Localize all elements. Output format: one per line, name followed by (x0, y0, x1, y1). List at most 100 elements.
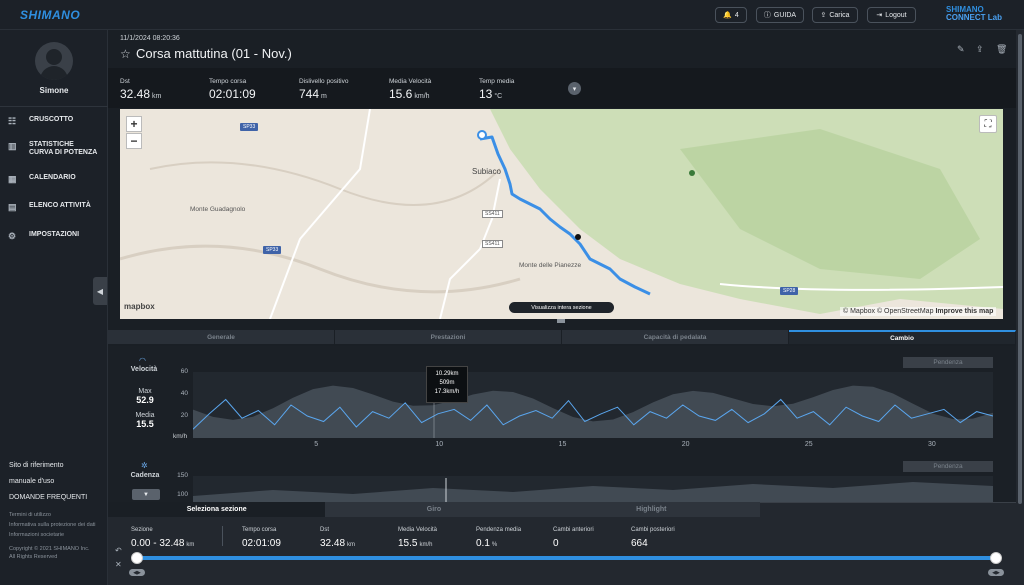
link-manuale[interactable]: manuale d'uso (9, 478, 54, 485)
section-range-track[interactable] (136, 556, 996, 560)
undo-icon[interactable]: ↶ (115, 546, 122, 555)
zoom-out-button[interactable]: − (126, 133, 142, 149)
improve-map-link[interactable]: Improve this map (935, 308, 993, 315)
road-sign: SP28 (780, 287, 799, 295)
link-sito[interactable]: Sito di riferimento (9, 462, 63, 469)
guida-button[interactable]: ⓘ GUIDA (756, 7, 804, 23)
stat-label: Temp media (479, 78, 515, 85)
scrollbar-thumb[interactable] (1018, 34, 1022, 504)
activity-title: Corsa mattutina (01 - Nov.) (136, 46, 292, 61)
stat-label: Dst (120, 78, 130, 85)
notifications-button[interactable]: 🔔 4 (715, 7, 747, 23)
bottom-stat-pendenza: Pendenza media 0.1% (476, 527, 521, 551)
max-value: 52.9 (136, 395, 154, 405)
road-sign: SS411 (482, 210, 503, 218)
tab-cambio[interactable]: Cambio (789, 330, 1016, 344)
sidebar-item-elenco[interactable]: ▤ ELENCO ATTIVITÀ (8, 202, 91, 212)
connect-lab-logo: SHIMANO CONNECT Lab (928, 6, 1002, 22)
star-icon[interactable]: ☆ (120, 47, 131, 61)
share-icon[interactable]: ⇪ (976, 44, 984, 55)
show-full-section-button[interactable]: Visualizza intera sezione (509, 302, 614, 313)
bottom-stat-unit: km/h (419, 542, 433, 548)
link-faq[interactable]: DOMANDE FREQUENTI (9, 494, 87, 501)
stat-time: Tempo corsa 02:01:09 (209, 78, 256, 103)
link-privacy[interactable]: Informativa sulla protezione dei dati (9, 522, 96, 529)
pendenza-toggle-cadence[interactable]: Pendenza (903, 461, 993, 472)
x-tick: 25 (804, 441, 813, 448)
media-label: Media (135, 412, 155, 419)
bottom-divider (222, 526, 223, 546)
tab-highlight[interactable]: Highlight (542, 502, 760, 517)
sidebar: Simone ☷ CRUSCOTTO ▥ STATISTICHE CURVA D… (0, 30, 108, 585)
road-sign: SP33 (263, 246, 282, 254)
chevron-left-icon: ◀ (96, 286, 104, 296)
map-label-guadagnolo: Monte Guadagnolo (190, 206, 246, 213)
bottom-stat-anteriori: Cambi anteriori 0 (553, 527, 594, 551)
tab-giro[interactable]: Giro (325, 502, 543, 517)
resize-handle[interactable] (557, 319, 565, 323)
sidebar-item-statistiche[interactable]: ▥ STATISTICHE CURVA DI POTENZA (8, 141, 103, 157)
map-attribution[interactable]: © Mapbox © OpenStreetMap Improve this ma… (840, 307, 997, 316)
upload-icon: ⇪ (820, 12, 827, 19)
edit-icon[interactable]: ✎ (957, 44, 965, 55)
trash-icon[interactable]: 🗑 (996, 44, 1007, 55)
range-start-handle[interactable] (131, 552, 143, 564)
bottom-stat-unit: km (186, 542, 195, 548)
tab-prestazioni[interactable]: Prestazioni (335, 330, 562, 344)
stat-unit: km/h (414, 93, 430, 100)
avatar[interactable] (35, 42, 73, 80)
stat-label: Dislivello positivo (299, 78, 349, 85)
cadence-collapse-button[interactable]: ▼ (132, 489, 160, 500)
tab-seleziona-sezione[interactable]: Seleziona sezione (108, 502, 326, 517)
gear-icon: ⚙ (8, 231, 17, 241)
route-position-marker (575, 234, 581, 240)
zoom-in-button[interactable]: + (126, 116, 142, 132)
collapse-sidebar-button[interactable]: ◀ (93, 277, 107, 305)
close-icon[interactable]: ✕ (115, 560, 122, 569)
sidebar-item-label: ELENCO ATTIVITÀ (29, 202, 91, 209)
map-label-pianezze: Monte delle Pianezze (519, 262, 582, 269)
y-tick: 150 (177, 472, 188, 479)
x-tick: 30 (928, 441, 936, 448)
tree-marker (689, 170, 695, 176)
range-end-handle[interactable] (990, 552, 1002, 564)
shimano-logo[interactable]: SHIMANO (20, 8, 80, 22)
tab-generale[interactable]: Generale (108, 330, 335, 344)
bottom-stat-value: 02:01:09 (242, 538, 281, 549)
stat-unit: °C (494, 93, 503, 100)
stat-unit: m (321, 93, 327, 100)
attribution-text[interactable]: © Mapbox © OpenStreetMap (843, 308, 933, 315)
stat-label: Tempo corsa (209, 78, 247, 85)
range-start-arrows[interactable]: ◀▶ (129, 569, 145, 576)
expand-stats-button[interactable]: ▾ (568, 82, 581, 95)
speed-icon: ◠ (139, 356, 146, 365)
map[interactable]: Subiaco Monte Guadagnolo Monte delle Pia… (120, 109, 1003, 319)
max-label: Max (138, 388, 152, 395)
road-sign: SS411 (482, 240, 503, 248)
pendenza-toggle[interactable]: Pendenza (903, 357, 993, 368)
y-tick: 20 (180, 412, 188, 419)
sidebar-item-cruscotto[interactable]: ☷ CRUSCOTTO (8, 116, 73, 126)
tab-capacita[interactable]: Capacità di pedalata (562, 330, 789, 344)
speed-chart[interactable] (193, 372, 993, 438)
bottom-stat-value: 0.00 - 32.48 (131, 538, 185, 549)
speed-max: Max 52.9 (128, 388, 162, 405)
stat-avg-speed: Media Velocità 15.6 km/h (389, 78, 431, 103)
link-termini[interactable]: Termini di utilizzo (9, 512, 51, 519)
sidebar-item-label: CALENDARIO (29, 174, 76, 181)
carica-button[interactable]: ⇪ Carica (812, 7, 858, 23)
logout-button[interactable]: ⇥ Logout (867, 7, 916, 23)
stat-distance: Dst 32.48 km (120, 78, 161, 103)
link-societarie[interactable]: Informazioni societarie (9, 532, 64, 539)
tooltip-speed: 17.3km/h (434, 389, 460, 395)
stat-unit: km (152, 93, 162, 100)
sidebar-item-calendario[interactable]: ▦ CALENDARIO (8, 174, 76, 184)
notification-count: 4 (734, 11, 739, 19)
fullscreen-button[interactable]: ⛶ (979, 115, 997, 133)
y-tick: 100 (177, 491, 188, 498)
cadence-chart[interactable] (193, 476, 993, 502)
bottom-stat-posteriori: Cambi posteriori 664 (631, 527, 675, 551)
range-end-arrows[interactable]: ◀▶ (988, 569, 1004, 576)
arrow-left-right-icon: ◀▶ (992, 569, 1000, 576)
sidebar-item-impostazioni[interactable]: ⚙ IMPOSTAZIONI (8, 231, 79, 241)
